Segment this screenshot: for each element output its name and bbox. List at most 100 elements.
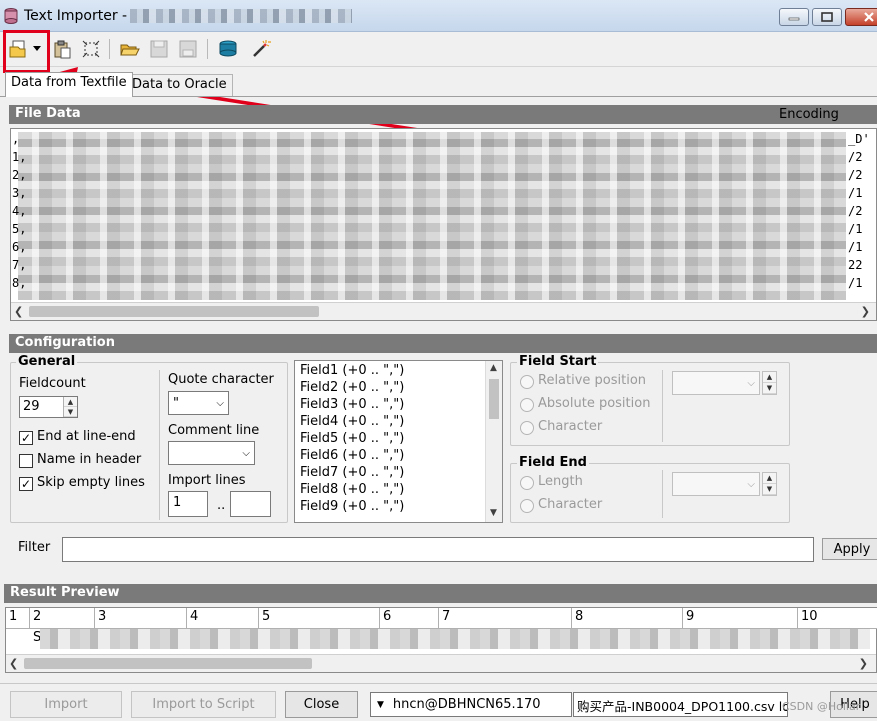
import-button[interactable]: Import	[10, 691, 122, 718]
scroll-up-icon[interactable]: ▲	[490, 363, 497, 373]
spin-down-icon[interactable]: ▼	[763, 383, 776, 394]
file-data-hscrollbar[interactable]: ❮ ❯	[11, 302, 876, 320]
import-to-script-button[interactable]: Import to Script	[131, 691, 276, 718]
field-end-title: Field End	[517, 455, 589, 470]
file-data-redacted	[18, 132, 846, 300]
start-character-radio[interactable]	[520, 421, 534, 435]
close-icon	[864, 12, 874, 22]
name-in-header-checkbox[interactable]	[19, 454, 33, 468]
spin-up-icon[interactable]: ▲	[763, 372, 776, 383]
list-item[interactable]: Field9 (+0 .. ",")	[300, 499, 404, 514]
column-header[interactable]: 5	[259, 608, 380, 628]
open-folder-button[interactable]	[118, 37, 142, 61]
field-list-scrollbar[interactable]: ▲ ▼	[485, 361, 502, 522]
paste-button[interactable]	[50, 37, 74, 61]
field-end-select[interactable]: ⌵	[672, 472, 760, 496]
absolute-position-radio[interactable]	[520, 398, 534, 412]
name-in-header-label: Name in header	[37, 452, 142, 467]
column-header[interactable]: 7	[439, 608, 572, 628]
list-item[interactable]: Field5 (+0 .. ",")	[300, 431, 404, 446]
field-start-stepper[interactable]: ▲ ▼	[762, 371, 777, 395]
open-folder-icon	[120, 44, 140, 56]
column-header[interactable]: 3	[95, 608, 187, 628]
column-header[interactable]: 10	[798, 608, 877, 628]
line-suffix: /1	[848, 240, 863, 254]
close-window-button[interactable]	[845, 8, 877, 26]
list-item[interactable]: Field4 (+0 .. ",")	[300, 414, 404, 429]
list-item[interactable]: Field3 (+0 .. ",")	[300, 397, 404, 412]
field-list[interactable]: Field1 (+0 .. ",") Field2 (+0 .. ",") Fi…	[294, 360, 503, 523]
column-header[interactable]: 1	[6, 608, 30, 628]
line-suffix: /1	[848, 222, 863, 236]
scroll-right-icon[interactable]: ❯	[859, 657, 868, 670]
chevron-down-icon: ⌵	[242, 447, 250, 459]
tab-data-to-oracle[interactable]: Data to Oracle	[126, 74, 233, 97]
apply-button[interactable]: Apply	[822, 538, 877, 560]
scroll-left-icon[interactable]: ❮	[9, 657, 18, 670]
list-item[interactable]: Field8 (+0 .. ",")	[300, 482, 404, 497]
spin-down-icon[interactable]: ▼	[64, 407, 77, 417]
list-item[interactable]: Field1 (+0 .. ",")	[300, 363, 404, 378]
quote-character-select[interactable]: " ⌵	[168, 391, 229, 415]
skip-empty-lines-checkbox[interactable]: ✓	[19, 477, 33, 491]
checkmark-icon: ✓	[20, 431, 32, 445]
magic-wand-icon	[253, 40, 271, 57]
highlight-box	[3, 30, 50, 73]
result-hscrollbar[interactable]: ❮ ❯	[6, 654, 876, 672]
encoding-label: Encoding	[779, 107, 839, 122]
filter-label: Filter	[18, 540, 51, 555]
import-lines-to-input[interactable]	[230, 491, 271, 517]
tab-data-from-textfile[interactable]: Data from Textfile	[5, 72, 133, 97]
end-at-line-end-checkbox[interactable]: ✓	[19, 431, 33, 445]
list-item[interactable]: Field6 (+0 .. ",")	[300, 448, 404, 463]
magic-wand-button[interactable]	[249, 37, 273, 61]
column-header[interactable]: 2	[30, 608, 95, 628]
result-preview-header: Result Preview	[4, 584, 877, 603]
scroll-left-icon[interactable]: ❮	[14, 305, 23, 318]
title-bar[interactable]: Text Importer -	[0, 0, 877, 32]
minimize-button[interactable]	[779, 8, 809, 26]
column-header[interactable]: 4	[187, 608, 259, 628]
list-item[interactable]: Field7 (+0 .. ",")	[300, 465, 404, 480]
relative-position-radio[interactable]	[520, 375, 534, 389]
scroll-down-icon[interactable]: ▼	[490, 508, 497, 518]
field-end-divider	[662, 470, 663, 518]
field-start-select[interactable]: ⌵	[672, 371, 760, 395]
select-button[interactable]	[79, 37, 103, 61]
import-lines-from-input[interactable]: 1	[168, 491, 208, 517]
list-item[interactable]: Field2 (+0 .. ",")	[300, 380, 404, 395]
scroll-thumb[interactable]	[29, 306, 319, 317]
scroll-thumb[interactable]	[489, 379, 499, 419]
length-radio[interactable]	[520, 476, 534, 490]
fieldcount-stepper[interactable]: 29 ▲ ▼	[19, 396, 78, 418]
fieldcount-value[interactable]: 29	[20, 397, 63, 417]
filter-input[interactable]	[62, 537, 814, 562]
configuration-header: Configuration	[9, 334, 877, 353]
field-end-stepper[interactable]: ▲ ▼	[762, 472, 777, 496]
spin-up-icon[interactable]: ▲	[763, 473, 776, 484]
filename-field[interactable]: 购买产品-INB0004_DPO1100.csv lo	[573, 692, 788, 717]
length-label: Length	[538, 474, 583, 489]
scroll-right-icon[interactable]: ❯	[861, 305, 870, 318]
line-prefix: 7,	[12, 258, 27, 272]
toolbar-separator	[109, 39, 110, 59]
line-prefix: 8,	[12, 276, 27, 290]
spin-down-icon[interactable]: ▼	[763, 484, 776, 495]
database-button[interactable]	[216, 37, 240, 61]
window-title: Text Importer -	[24, 8, 128, 24]
skip-empty-lines-label: Skip empty lines	[37, 475, 145, 490]
end-character-radio[interactable]	[520, 499, 534, 513]
end-character-label: Character	[538, 497, 603, 512]
line-suffix: /2	[848, 150, 863, 164]
scroll-thumb[interactable]	[24, 658, 312, 669]
column-header[interactable]: 6	[380, 608, 439, 628]
comment-line-select[interactable]: ⌵	[168, 441, 255, 465]
column-header[interactable]: 8	[572, 608, 683, 628]
spin-up-icon[interactable]: ▲	[64, 397, 77, 407]
connection-select[interactable]: ▼ hncn@DBHNCN65.170	[370, 692, 572, 717]
column-header[interactable]: 9	[683, 608, 798, 628]
result-row-redacted	[40, 629, 870, 649]
maximize-button[interactable]	[812, 8, 842, 26]
import-lines-label: Import lines	[168, 473, 246, 488]
close-button[interactable]: Close	[285, 691, 358, 718]
